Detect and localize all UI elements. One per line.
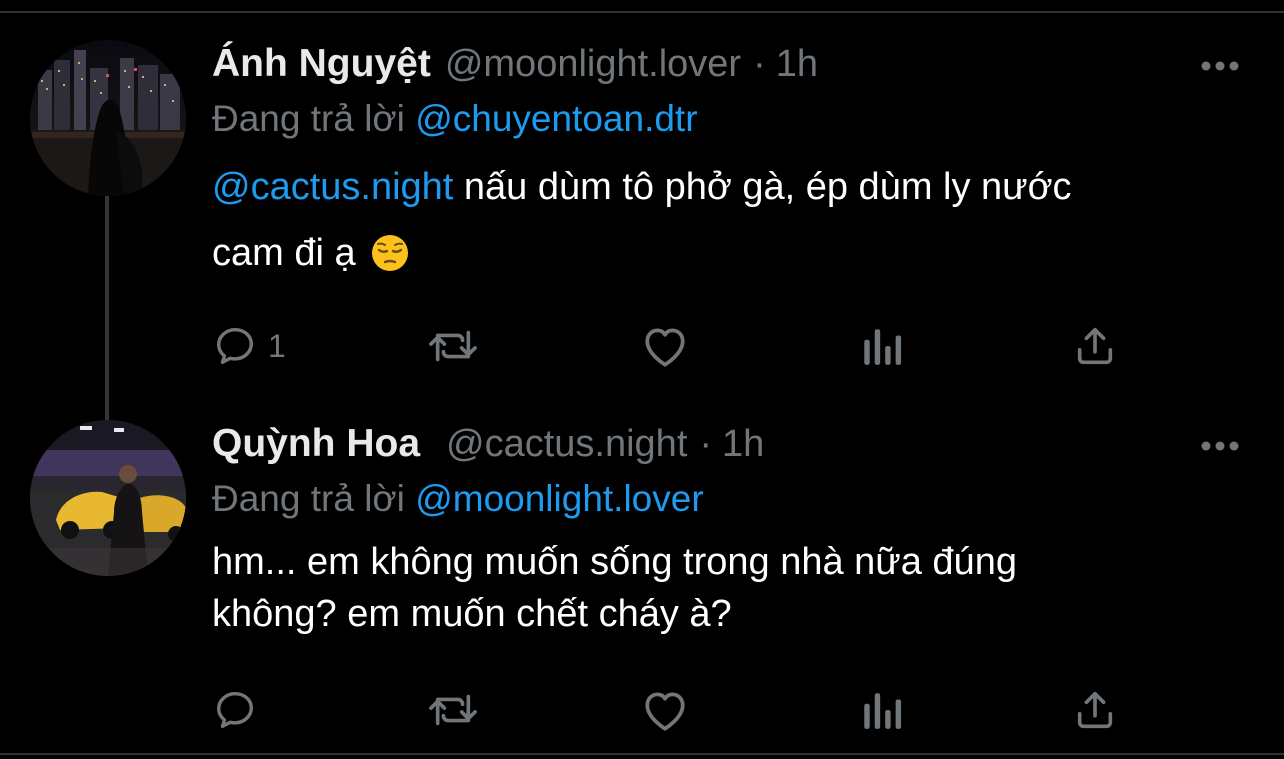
heart-icon: [645, 692, 685, 731]
share-button[interactable]: [1072, 682, 1118, 738]
body-mention[interactable]: @cactus.night: [212, 166, 453, 208]
tweet-2[interactable]: Quỳnh Hoa @cactus.night · 1h Đang trả lờ…: [0, 400, 1284, 753]
replying-to-line: Đang trả lời @chuyentoan.dtr: [212, 98, 698, 140]
share-icon: [1077, 691, 1113, 729]
more-options-button[interactable]: [1200, 426, 1240, 466]
user-handle[interactable]: @cactus.night: [446, 423, 687, 466]
display-name[interactable]: Quỳnh Hoa: [212, 422, 420, 466]
separator-dot: ·: [699, 423, 713, 465]
like-button[interactable]: [640, 682, 690, 738]
analytics-icon: [864, 329, 902, 365]
reply-to-mention[interactable]: @moonlight.lover: [415, 478, 703, 519]
pensive-face-emoji: [370, 228, 410, 294]
replying-to-label: Đang trả lời: [212, 98, 405, 139]
tweet-text-line-1: hm... em không muốn sống trong nhà nữa đ…: [212, 541, 1017, 583]
retweet-icon: [429, 694, 477, 726]
tweet-actions: 1: [212, 318, 1132, 374]
tweet-header: Ánh Nguyệt @moonlight.lover · 1h: [212, 42, 818, 92]
like-button[interactable]: [640, 318, 690, 374]
replying-to-label: Đang trả lời: [212, 478, 405, 519]
reply-to-mention[interactable]: @chuyentoan.dtr: [415, 98, 697, 139]
tweet-text: hm... em không muốn sống trong nhà nữa đ…: [212, 536, 1232, 640]
views-button[interactable]: [860, 318, 902, 374]
tweet-actions: [212, 682, 1132, 738]
reply-count: 1: [268, 327, 286, 364]
avatar[interactable]: [30, 40, 186, 196]
reply-icon: [216, 327, 254, 365]
share-icon: [1077, 327, 1113, 365]
heart-icon: [645, 328, 685, 367]
reply-button[interactable]: [212, 682, 268, 738]
more-options-button[interactable]: [1200, 46, 1240, 86]
timestamp[interactable]: 1h: [776, 43, 818, 86]
more-horizontal-icon: [1201, 61, 1239, 71]
tweet-text-line-1: @cactus.night nấu dùm tô phở gà, ép dùm …: [212, 154, 1232, 220]
tweet-text: @cactus.night nấu dùm tô phở gà, ép dùm …: [212, 154, 1232, 294]
share-button[interactable]: [1072, 318, 1118, 374]
separator-dot: ·: [753, 43, 766, 85]
reply-icon: [216, 691, 254, 729]
analytics-icon: [864, 693, 902, 729]
replying-to-line: Đang trả lời @moonlight.lover: [212, 478, 704, 520]
body-text-part: nấu dùm tô phở gà, ép dùm ly nước: [453, 166, 1072, 208]
views-button[interactable]: [860, 682, 902, 738]
retweet-button[interactable]: [426, 682, 480, 738]
timestamp[interactable]: 1h: [722, 423, 764, 466]
reply-button[interactable]: 1: [212, 318, 286, 374]
tweet-text-line-2: không? em muốn chết cháy à?: [212, 593, 732, 635]
tweet-1[interactable]: Ánh Nguyệt @moonlight.lover · 1h Đang tr…: [0, 0, 1284, 400]
display-name[interactable]: Ánh Nguyệt: [212, 42, 431, 86]
retweet-icon: [429, 330, 477, 362]
bottom-divider: [0, 753, 1284, 755]
user-handle[interactable]: @moonlight.lover: [445, 43, 741, 86]
retweet-button[interactable]: [426, 318, 480, 374]
avatar[interactable]: [30, 420, 186, 576]
tweet-text-line-2: cam đi ạ: [212, 220, 1232, 294]
body-text-part-2: cam đi ạ: [212, 232, 356, 274]
more-horizontal-icon: [1201, 441, 1239, 451]
tweet-header: Quỳnh Hoa @cactus.night · 1h: [212, 422, 764, 472]
